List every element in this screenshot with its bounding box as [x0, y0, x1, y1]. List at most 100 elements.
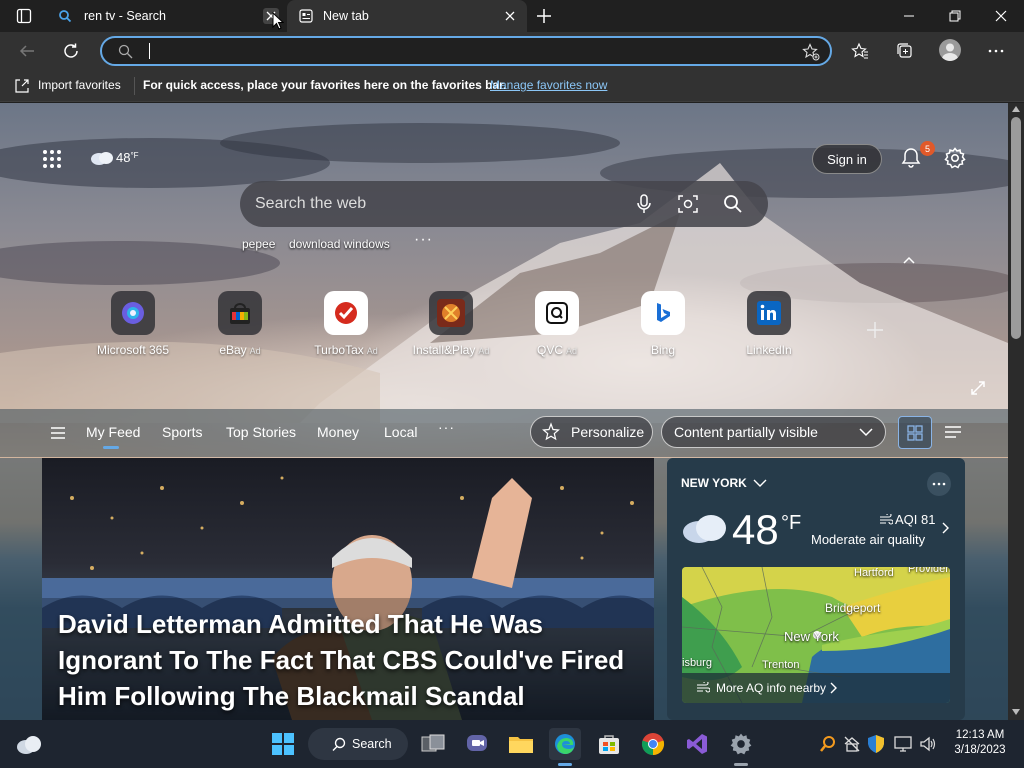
back-icon[interactable] [18, 42, 36, 60]
scroll-down-icon[interactable] [1012, 709, 1020, 715]
weather-location[interactable]: NEW YORK [681, 476, 767, 490]
teams-chat-icon[interactable] [461, 728, 493, 760]
collapse-chevron-icon[interactable] [902, 255, 916, 265]
minimize-icon[interactable] [901, 8, 917, 24]
apps-launcher-icon[interactable] [42, 149, 62, 169]
install-play-icon [429, 291, 473, 335]
favorites-bar: Import favorites For quick access, place… [0, 70, 1024, 102]
start-icon[interactable] [267, 728, 299, 760]
windows-taskbar: Search 12:13 AM 3/18/2023 [0, 720, 1024, 768]
grid-view-icon[interactable] [898, 416, 932, 449]
expand-icon[interactable] [970, 380, 986, 396]
close-window-icon[interactable] [993, 8, 1009, 24]
chevron-right-icon[interactable] [942, 522, 950, 534]
search-suggestion[interactable]: download windows [289, 237, 390, 251]
list-view-icon[interactable] [944, 425, 962, 439]
ad-label: Ad [478, 346, 490, 356]
add-favorite-icon[interactable] [802, 43, 820, 61]
clock-time: 12:13 AM [955, 729, 1005, 741]
file-explorer-icon[interactable] [505, 728, 537, 760]
chrome-icon[interactable] [637, 728, 669, 760]
notifications-icon[interactable] [900, 147, 922, 169]
tab-new-tab[interactable]: New tab [287, 0, 527, 33]
microphone-icon[interactable] [636, 194, 652, 214]
feed-tab-money[interactable]: Money [317, 424, 359, 440]
quick-link-install-play[interactable]: Install&Play Ad [406, 291, 496, 357]
edge-browser-icon[interactable] [549, 728, 581, 760]
personalize-button[interactable]: Personalize [530, 416, 653, 448]
import-favorites-button[interactable]: Import favorites [38, 78, 121, 92]
vertical-scrollbar[interactable] [1008, 103, 1024, 720]
new-tab-button[interactable] [535, 7, 553, 25]
more-options-icon[interactable] [987, 42, 1005, 60]
search-tray-icon[interactable] [819, 735, 837, 753]
weather-more-icon[interactable] [927, 472, 951, 496]
taskbar-search-label: Search [352, 737, 392, 751]
scroll-up-icon[interactable] [1012, 106, 1020, 112]
scrollbar-thumb[interactable] [1011, 117, 1021, 339]
manage-favorites-link[interactable]: Manage favorites now [490, 78, 607, 92]
taskbar-search[interactable]: Search [308, 728, 408, 760]
network-off-icon[interactable] [843, 735, 861, 753]
visual-studio-icon[interactable] [681, 728, 713, 760]
map-label: Bridgeport [825, 601, 881, 615]
collections-icon[interactable] [896, 42, 914, 60]
aqi-label: AQI 81 [895, 512, 936, 527]
favorites-icon[interactable] [851, 42, 869, 60]
sign-in-button[interactable]: Sign in [812, 144, 882, 174]
air-quality-map[interactable]: Hartford Providen Bridgeport New York Tr… [682, 567, 950, 703]
tab-ren-tv-search[interactable]: ren tv - Search [42, 0, 286, 32]
feed-tab-top-stories[interactable]: Top Stories [226, 424, 296, 440]
import-favorites-icon[interactable] [14, 78, 30, 94]
sign-in-label: Sign in [827, 151, 867, 167]
quick-link-qvc[interactable]: QVC Ad [512, 291, 602, 357]
hero-headline[interactable]: David Letterman Admitted That He Was Ign… [58, 606, 648, 714]
tab-actions-icon[interactable] [16, 8, 32, 24]
content-visibility-dropdown[interactable]: Content partially visible [661, 416, 886, 448]
quick-link-linkedin[interactable]: LinkedIn [724, 291, 814, 357]
header-temperature: 48 [116, 149, 131, 165]
new-tab-icon [299, 9, 313, 23]
web-search-box[interactable]: Search the web [240, 181, 768, 227]
aqi-icon [879, 513, 893, 526]
running-app-indicator [734, 763, 748, 766]
quick-link-label: Microsoft 365 [96, 343, 170, 357]
settings-app-icon[interactable] [725, 728, 757, 760]
weather-summary[interactable]: 48 °F [90, 148, 139, 166]
settings-gear-icon[interactable] [944, 147, 966, 169]
volume-icon[interactable] [919, 735, 937, 753]
hero-article-card[interactable]: David Letterman Admitted That He Was Ign… [42, 458, 654, 720]
profile-avatar[interactable] [939, 39, 961, 61]
more-aq-link[interactable]: More AQ info nearby [682, 673, 950, 703]
map-label: Providen [908, 567, 950, 575]
display-icon[interactable] [894, 735, 912, 753]
task-view-icon[interactable] [417, 728, 449, 760]
quick-link-turbotax[interactable]: TurboTax Ad [301, 291, 391, 357]
add-quick-link-icon[interactable] [865, 320, 885, 340]
map-label: isburg [682, 657, 712, 669]
feed-tab-local[interactable]: Local [384, 424, 417, 440]
quick-link-ebay[interactable]: eBay Ad [195, 291, 285, 357]
more-tabs-icon[interactable]: ··· [438, 419, 455, 435]
tab-title: ren tv - Search [84, 9, 166, 23]
feed-tab-sports[interactable]: Sports [162, 424, 202, 440]
chevron-right-icon [830, 682, 838, 694]
restore-icon[interactable] [947, 8, 963, 24]
address-bar[interactable] [100, 36, 832, 66]
microsoft-store-icon[interactable] [593, 728, 625, 760]
search-submit-icon[interactable] [723, 194, 743, 214]
security-shield-icon[interactable] [867, 734, 885, 754]
chevron-down-icon [753, 478, 767, 488]
search-input[interactable]: Search the web [255, 195, 366, 213]
quick-link-microsoft-365[interactable]: Microsoft 365 [88, 291, 178, 357]
refresh-icon[interactable] [62, 42, 80, 60]
system-clock[interactable]: 12:13 AM 3/18/2023 [950, 728, 1010, 758]
more-suggestions-icon[interactable]: ··· [414, 231, 433, 249]
feed-tab-my-feed[interactable]: My Feed [86, 424, 140, 440]
widgets-weather-icon[interactable] [13, 728, 45, 760]
quick-link-bing[interactable]: Bing [618, 291, 708, 357]
menu-icon[interactable] [50, 426, 66, 440]
close-tab-icon[interactable] [502, 8, 518, 24]
search-suggestion[interactable]: pepee [242, 237, 275, 251]
visual-search-icon[interactable] [678, 194, 698, 214]
